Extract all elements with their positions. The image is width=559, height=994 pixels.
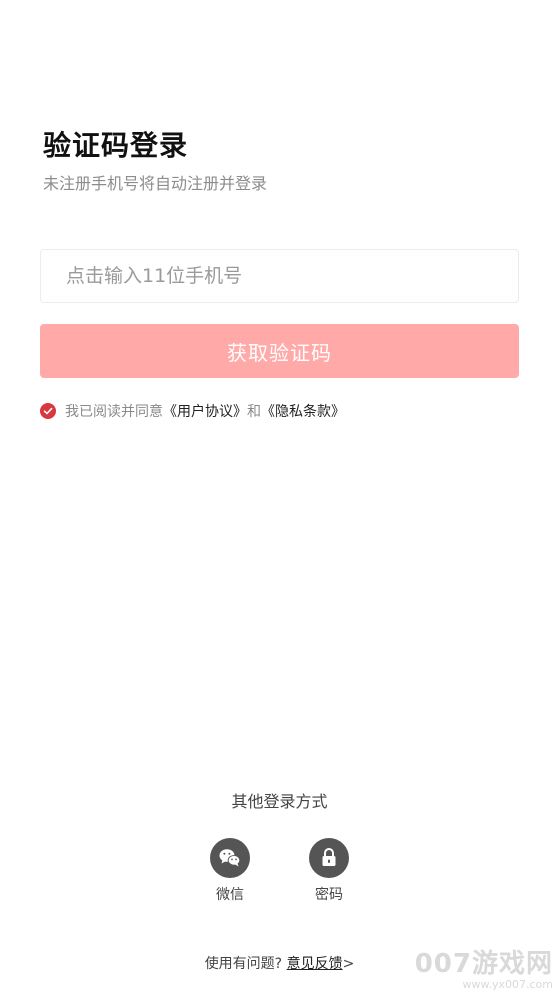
login-screen: { "header": { "title": "验证码登录", "subtitl…: [0, 0, 559, 994]
page-title: 验证码登录: [43, 129, 189, 162]
chevron-right-icon: >: [342, 956, 355, 972]
watermark-url: www.yx007.com: [462, 978, 553, 991]
wechat-icon: [210, 838, 250, 878]
password-label: 密码: [315, 887, 343, 903]
wechat-login-option[interactable]: 微信: [200, 838, 260, 904]
feedback-link[interactable]: 意见反馈: [287, 956, 343, 972]
lock-icon: [309, 838, 349, 878]
agreement-prefix: 我已阅读并同意: [65, 404, 163, 420]
phone-number-input[interactable]: [40, 249, 519, 303]
agreement-connector: 和: [247, 404, 261, 420]
get-verification-code-button[interactable]: 获取验证码: [40, 324, 519, 378]
agreement-row: 我已阅读并同意 《用户协议》 和 《隐私条款》: [40, 400, 345, 422]
watermark: 007游戏网 www.yx007.com: [415, 951, 553, 990]
wechat-label: 微信: [216, 887, 244, 903]
privacy-policy-link[interactable]: 《隐私条款》: [261, 401, 345, 421]
checkbox-checked-icon[interactable]: [40, 403, 56, 419]
other-login-title: 其他登录方式: [231, 792, 328, 811]
feedback-question: 使用有问题?: [204, 956, 287, 972]
user-agreement-link[interactable]: 《用户协议》: [163, 401, 247, 421]
watermark-brand: 007游戏网: [414, 949, 553, 979]
password-login-option[interactable]: 密码: [299, 838, 359, 904]
page-subtitle: 未注册手机号将自动注册并登录: [43, 174, 268, 193]
